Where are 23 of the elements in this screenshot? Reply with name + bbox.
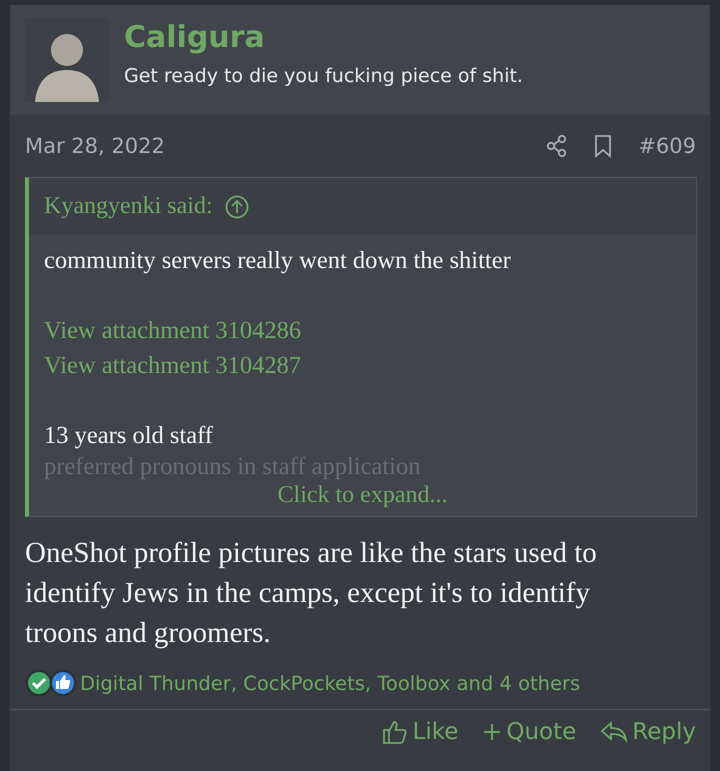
quote-text: community servers really went down the shitter (44, 246, 511, 276)
post-text: OneShot profile pictures are like the stars used to identify Jews in the camps, except it's to identify troons and groomers. (24, 536, 598, 651)
attachment-link[interactable]: View attachment 3104287 (44, 348, 302, 383)
thumbs-up-icon (49, 669, 77, 697)
attachment-link[interactable]: View attachment 3104286 (44, 313, 302, 348)
arrow-up-circle-icon[interactable] (224, 194, 249, 218)
quote-button[interactable]: Quote (482, 718, 576, 746)
username[interactable]: Caligura (124, 20, 523, 55)
post-date[interactable]: Mar 28, 2022 (25, 134, 546, 158)
bookmark-icon[interactable] (594, 134, 612, 158)
reactions-summary[interactable]: Digital Thunder, CockPockets, Toolbox and 4 others (80, 672, 580, 694)
share-icon[interactable] (546, 134, 568, 158)
post-number[interactable]: #609 (638, 134, 696, 158)
user-signature: Get ready to die you fucking piece of shit. (124, 65, 523, 87)
reply-icon (600, 720, 628, 744)
thumbs-up-icon (380, 718, 409, 746)
quote-attribution[interactable]: Kyangyenki said: (44, 193, 213, 220)
expand-link[interactable]: Click to expand... (278, 482, 448, 508)
reply-button[interactable]: Reply (600, 718, 696, 746)
plus-icon (482, 722, 502, 742)
quote-text: 13 years old staff (44, 421, 213, 451)
like-button[interactable]: Like (380, 718, 458, 746)
check-icon (25, 669, 53, 697)
